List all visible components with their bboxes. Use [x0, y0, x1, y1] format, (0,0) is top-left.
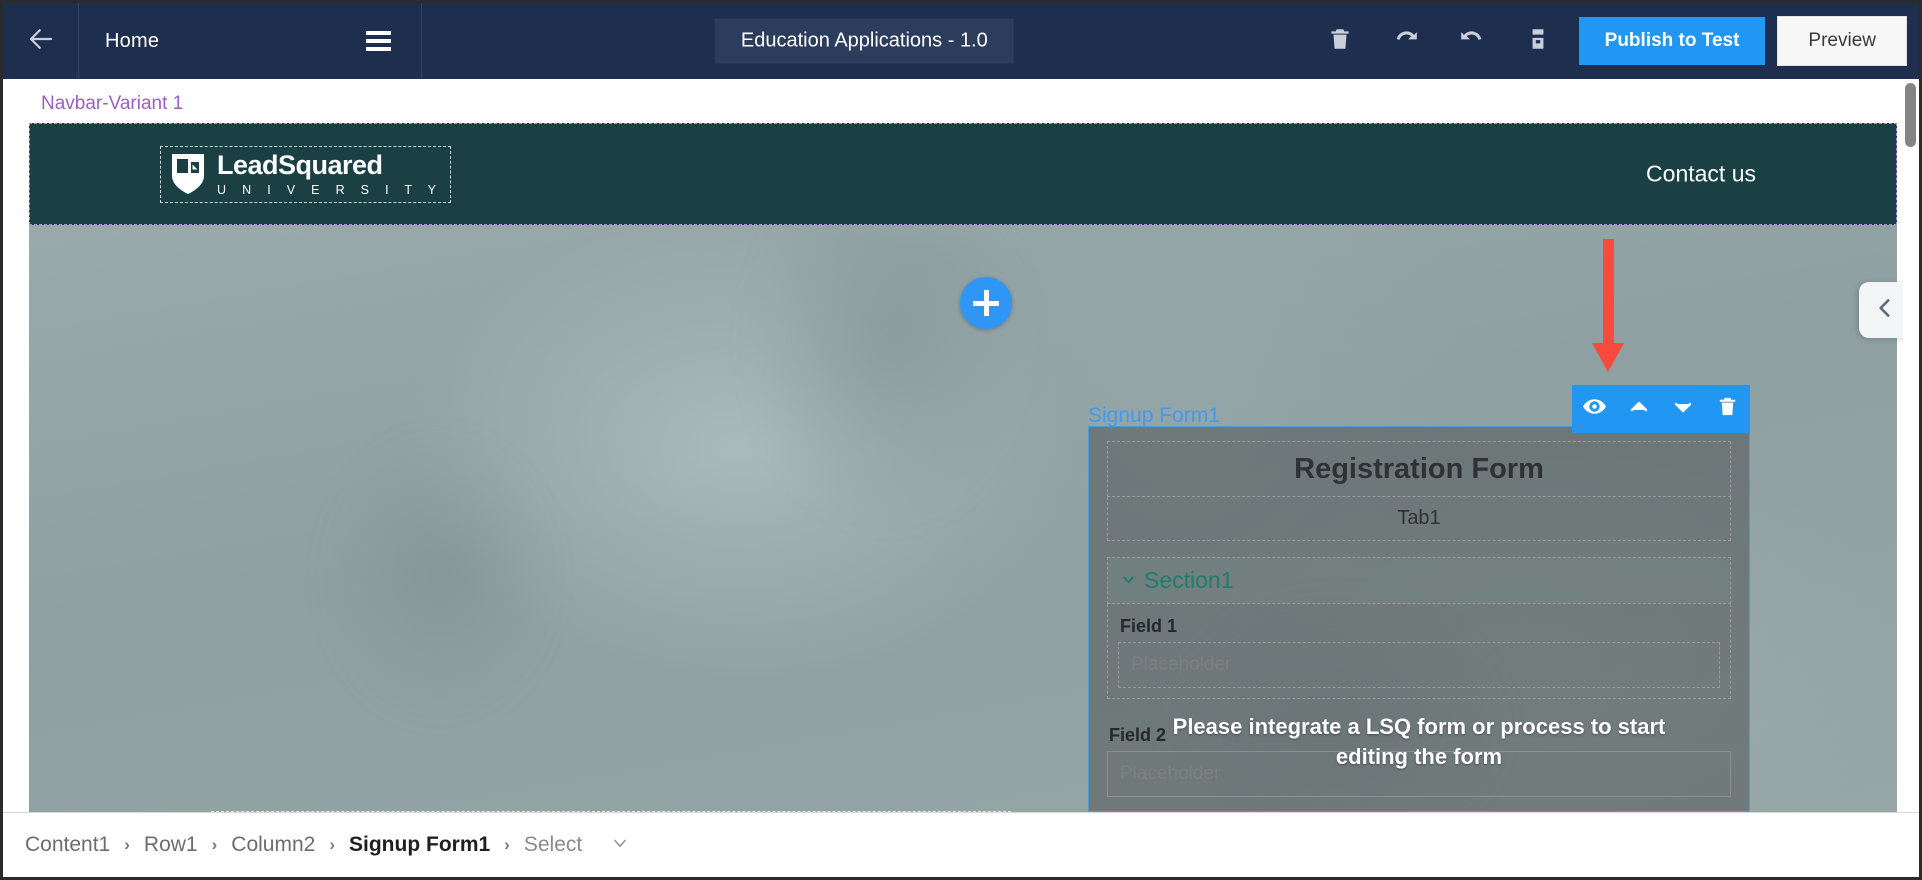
breadcrumb-item-signup-form1[interactable]: Signup Form1 [343, 833, 496, 857]
arrow-left-icon [26, 24, 56, 59]
form-section-label: Section1 [1144, 567, 1234, 593]
move-down-icon [1671, 395, 1695, 424]
breadcrumb-separator: › [211, 835, 218, 854]
redo-icon [1459, 26, 1485, 57]
redo-button[interactable] [1439, 3, 1505, 79]
widget-move-down-button[interactable] [1663, 385, 1703, 433]
chevron-left-icon [1872, 295, 1898, 326]
vertical-scrollbar-track[interactable] [1903, 79, 1917, 812]
preview-button[interactable]: Preview [1777, 16, 1907, 66]
chevron-down-icon [610, 839, 630, 857]
breadcrumb-separator: › [124, 835, 130, 854]
widget-preview-button[interactable] [1574, 385, 1614, 433]
signup-form-widget[interactable]: Registration Form Tab1 Section1 Field 1 … [1088, 426, 1750, 812]
preview-eye-icon [1582, 394, 1607, 424]
vertical-scrollbar-thumb[interactable] [1905, 83, 1916, 147]
navbar-variant-label: Navbar-Variant 1 [41, 93, 184, 114]
app-title: Education Applications - 1.0 [714, 18, 1014, 64]
editor-canvas[interactable]: Navbar-Variant 1 LeadSquared U N I V E R… [3, 79, 1919, 812]
form-section-header[interactable]: Section1 [1107, 557, 1731, 604]
breadcrumb-separator: › [329, 835, 335, 854]
form-field-1[interactable]: Field 1 Placeholder [1107, 604, 1731, 699]
site-navbar-block[interactable]: LeadSquared U N I V E R S I T Y Contact … [29, 123, 1897, 225]
annotation-arrow-icon [1588, 239, 1628, 378]
breadcrumb-item-select[interactable]: Select [518, 833, 588, 857]
undo-button[interactable] [1373, 3, 1439, 79]
logo-secondary-text: U N I V E R S I T Y [217, 183, 443, 197]
app-title-region: Education Applications - 1.0 [422, 3, 1307, 79]
widget-action-toolbar [1572, 385, 1750, 433]
top-toolbar: Home Education Applications - 1.0 Publis… [3, 3, 1919, 79]
form-title: Registration Form [1107, 441, 1731, 497]
shield-logo-icon [169, 152, 207, 196]
selected-widget-label: Signup Form1 [1088, 404, 1220, 427]
app-window: Home Education Applications - 1.0 Publis… [0, 0, 1922, 880]
breadcrumb-item-content1[interactable]: Content1 [19, 833, 116, 857]
add-row-button[interactable] [960, 277, 1012, 329]
undo-icon [1393, 26, 1419, 57]
delete-icon [1716, 395, 1739, 423]
home-nav-section[interactable]: Home [79, 3, 422, 79]
breadcrumb-dropdown-button[interactable] [610, 833, 630, 858]
save-icon [1525, 26, 1551, 57]
form-field-1-input[interactable]: Placeholder [1118, 642, 1720, 688]
delete-button[interactable] [1307, 3, 1373, 79]
field-spacer [1089, 797, 1749, 811]
form-integration-message: Please integrate a LSQ form or process t… [1172, 714, 1666, 770]
breadcrumb-item-column2[interactable]: Column2 [225, 833, 321, 857]
form-tab-1[interactable]: Tab1 [1107, 497, 1731, 541]
save-button[interactable] [1505, 3, 1571, 79]
home-label: Home [105, 29, 160, 52]
publish-to-test-button[interactable]: Publish to Test [1578, 17, 1766, 65]
form-field-1-label: Field 1 [1120, 616, 1178, 636]
breadcrumb-separator: › [504, 835, 510, 854]
nav-link-contact-us[interactable]: Contact us [1646, 161, 1756, 188]
widget-move-up-button[interactable] [1619, 385, 1659, 433]
site-logo[interactable]: LeadSquared U N I V E R S I T Y [160, 146, 452, 203]
toolbar-actions: Publish to Test Preview [1307, 3, 1919, 79]
delete-icon [1327, 26, 1353, 57]
widget-delete-button[interactable] [1708, 385, 1748, 433]
logo-primary-text: LeadSquared [217, 150, 383, 180]
back-button[interactable] [3, 3, 79, 79]
site-logo-text: LeadSquared U N I V E R S I T Y [217, 152, 442, 197]
hamburger-menu-icon[interactable] [362, 27, 395, 55]
breadcrumb-item-row1[interactable]: Row1 [138, 833, 204, 857]
move-up-icon [1627, 395, 1651, 424]
breadcrumb: Content1 › Row1 › Column2 › Signup Form1… [3, 812, 1919, 877]
chevron-down-icon [1120, 567, 1137, 594]
